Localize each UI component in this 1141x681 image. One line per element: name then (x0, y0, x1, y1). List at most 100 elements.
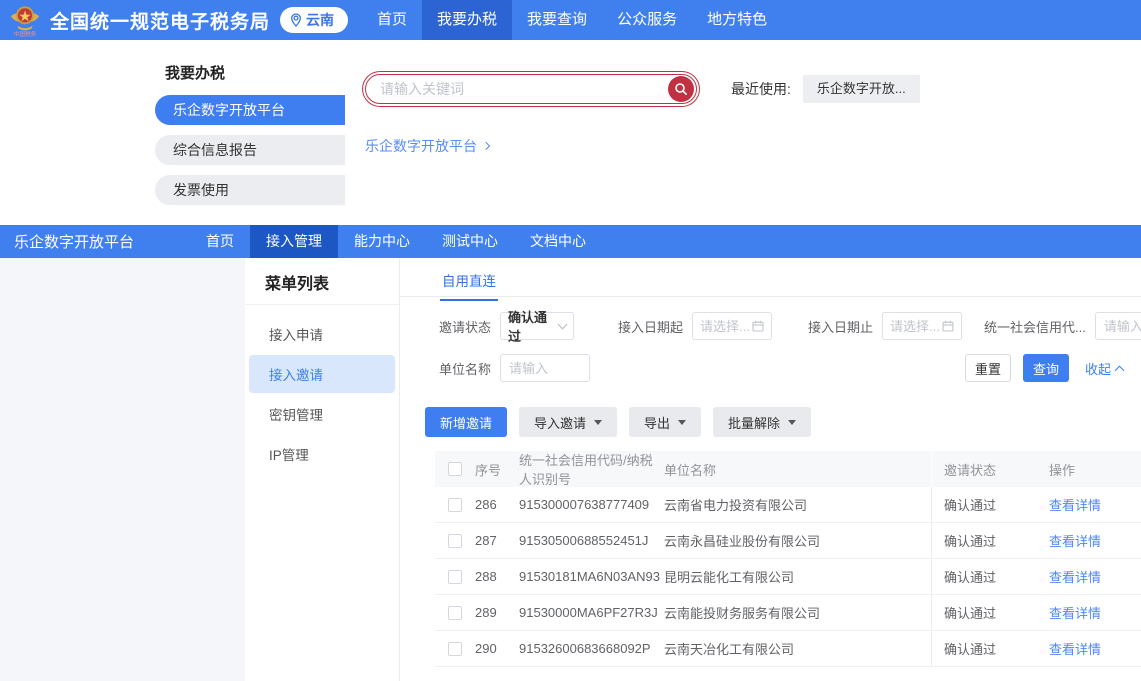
cell-company: 云南能投财务服务有限公司 (659, 603, 931, 622)
header-credit-code: 统一社会信用代码/纳税人识别号 (519, 450, 659, 488)
date-to-input[interactable] (890, 319, 942, 334)
view-detail-link[interactable]: 查看详情 (1049, 642, 1101, 657)
tax-sidebar: 我要办税 乐企数字开放平台 综合信息报告 发票使用 (0, 40, 345, 225)
cell-credit-code: 915300007638777409 (519, 497, 659, 512)
recent-used-label: 最近使用: (731, 79, 791, 99)
reset-button[interactable]: 重置 (965, 354, 1011, 382)
date-from-input[interactable] (700, 319, 752, 334)
view-detail-link[interactable]: 查看详情 (1049, 570, 1101, 585)
add-invite-button[interactable]: 新增邀请 (425, 407, 507, 437)
view-detail-link[interactable]: 查看详情 (1049, 534, 1101, 549)
table-row: 286 915300007638777409 云南省电力投资有限公司 确认通过 … (435, 487, 1141, 523)
header-action: 操作 (1049, 460, 1141, 479)
topnav-local-features[interactable]: 地方特色 (692, 0, 782, 40)
topnav-inquiry[interactable]: 我要查询 (512, 0, 602, 40)
select-all-checkbox[interactable] (448, 462, 462, 476)
menu-item-access-invite[interactable]: 接入邀请 (249, 355, 395, 393)
cell-status: 确认通过 (931, 595, 1049, 630)
company-name-label: 单位名称 (435, 359, 491, 378)
tax-content: 最近使用: 乐企数字开放... 乐企数字开放平台 (345, 40, 1141, 225)
invite-status-value: 确认通过 (508, 307, 559, 345)
company-name-input[interactable] (500, 354, 590, 382)
sidebar-item-leqi-platform[interactable]: 乐企数字开放平台 (155, 95, 345, 125)
cell-company: 昆明云能化工有限公司 (659, 567, 931, 586)
cell-status: 确认通过 (931, 559, 1049, 594)
pnav-doc-center[interactable]: 文档中心 (514, 225, 602, 258)
search-button[interactable] (668, 76, 694, 102)
cell-company: 云南天冶化工有限公司 (659, 639, 931, 658)
menu-item-key-management[interactable]: 密钥管理 (249, 395, 395, 433)
topnav-home[interactable]: 首页 (362, 0, 422, 40)
pnav-test-center[interactable]: 测试中心 (426, 225, 514, 258)
keyword-search-input[interactable] (380, 81, 668, 97)
invite-status-label: 邀请状态 (435, 317, 491, 336)
header-seq: 序号 (475, 460, 519, 479)
credit-code-input[interactable] (1095, 312, 1141, 340)
chevron-down-icon (558, 319, 568, 329)
main-content: 自用直连 邀请状态 确认通过 接入日期起 (400, 258, 1141, 681)
menu-panel: 菜单列表 接入申请 接入邀请 密钥管理 IP管理 (245, 258, 400, 681)
cell-credit-code: 91530181MA6N03AN93 (519, 569, 659, 584)
row-checkbox[interactable] (448, 498, 462, 512)
caret-down-icon (788, 420, 796, 425)
table-row: 287 91530500688552451J 云南永昌硅业股份有限公司 确认通过… (435, 523, 1141, 559)
filter-form: 邀请状态 确认通过 接入日期起 (400, 297, 1141, 382)
view-detail-link[interactable]: 查看详情 (1049, 606, 1101, 621)
topnav-tax-services[interactable]: 我要办税 (422, 0, 512, 40)
cell-company: 云南省电力投资有限公司 (659, 495, 931, 514)
leqi-platform-link[interactable]: 乐企数字开放平台 (365, 136, 489, 156)
row-checkbox[interactable] (448, 606, 462, 620)
tax-emblem-logo: 中国税务 (8, 3, 42, 39)
export-label: 导出 (644, 413, 670, 432)
cell-status: 确认通过 (931, 631, 1049, 666)
pnav-capability-center[interactable]: 能力中心 (338, 225, 426, 258)
sidebar-item-invoice-use[interactable]: 发票使用 (155, 175, 345, 205)
import-invite-dropdown[interactable]: 导入邀请 (519, 407, 617, 437)
location-pin-icon (290, 13, 302, 27)
collapse-toggle[interactable]: 收起 (1085, 359, 1123, 378)
batch-remove-label: 批量解除 (728, 413, 780, 432)
location-selector[interactable]: 云南 (280, 7, 348, 33)
date-to-picker[interactable] (882, 312, 962, 340)
top-navbar: 中国税务 全国统一规范电子税务局 云南 首页 我要办税 我要查询 公众服务 地方… (0, 0, 1141, 40)
cell-company: 云南永昌硅业股份有限公司 (659, 531, 931, 550)
calendar-icon (752, 320, 764, 332)
left-background (0, 258, 245, 681)
table-row: 288 91530181MA6N03AN93 昆明云能化工有限公司 确认通过 查… (435, 559, 1141, 595)
site-title: 全国统一规范电子税务局 (50, 7, 270, 34)
topnav-public-services[interactable]: 公众服务 (602, 0, 692, 40)
recent-used-item[interactable]: 乐企数字开放... (803, 75, 920, 103)
chevron-right-icon (482, 142, 490, 150)
pnav-home[interactable]: 首页 (190, 225, 250, 258)
menu-item-ip-management[interactable]: IP管理 (249, 435, 395, 473)
cell-seq: 289 (475, 605, 519, 620)
row-checkbox[interactable] (448, 570, 462, 584)
batch-remove-dropdown[interactable]: 批量解除 (713, 407, 811, 437)
date-from-label: 接入日期起 (618, 317, 683, 336)
tab-self-direct[interactable]: 自用直连 (440, 258, 498, 301)
cell-status: 确认通过 (931, 523, 1049, 558)
cell-seq: 290 (475, 641, 519, 656)
caret-down-icon (678, 420, 686, 425)
calendar-icon (942, 320, 954, 332)
view-detail-link[interactable]: 查看详情 (1049, 498, 1101, 513)
tax-services-panel: 我要办税 乐企数字开放平台 综合信息报告 发票使用 最近使用: 乐企数字开放..… (0, 40, 1141, 225)
cell-credit-code: 91530000MA6PF27R3J (519, 605, 659, 620)
invite-table: 序号 统一社会信用代码/纳税人识别号 单位名称 邀请状态 操作 286 9153… (435, 451, 1141, 667)
row-checkbox[interactable] (448, 534, 462, 548)
invite-status-select[interactable]: 确认通过 (500, 312, 574, 340)
sidebar-item-info-report[interactable]: 综合信息报告 (155, 135, 345, 165)
header-company: 单位名称 (659, 460, 931, 479)
menu-item-access-apply[interactable]: 接入申请 (249, 315, 395, 353)
row-checkbox[interactable] (448, 642, 462, 656)
collapse-label: 收起 (1085, 359, 1111, 378)
credit-code-label: 统一社会信用代... (984, 317, 1086, 336)
date-from-picker[interactable] (692, 312, 772, 340)
query-button[interactable]: 查询 (1023, 354, 1069, 382)
menu-panel-title: 菜单列表 (245, 258, 399, 305)
cell-credit-code: 91530500688552451J (519, 533, 659, 548)
pnav-access-management[interactable]: 接入管理 (250, 225, 338, 258)
export-dropdown[interactable]: 导出 (629, 407, 701, 437)
svg-text:中国税务: 中国税务 (14, 30, 37, 38)
platform-navbar: 乐企数字开放平台 首页 接入管理 能力中心 测试中心 文档中心 (0, 225, 1141, 258)
